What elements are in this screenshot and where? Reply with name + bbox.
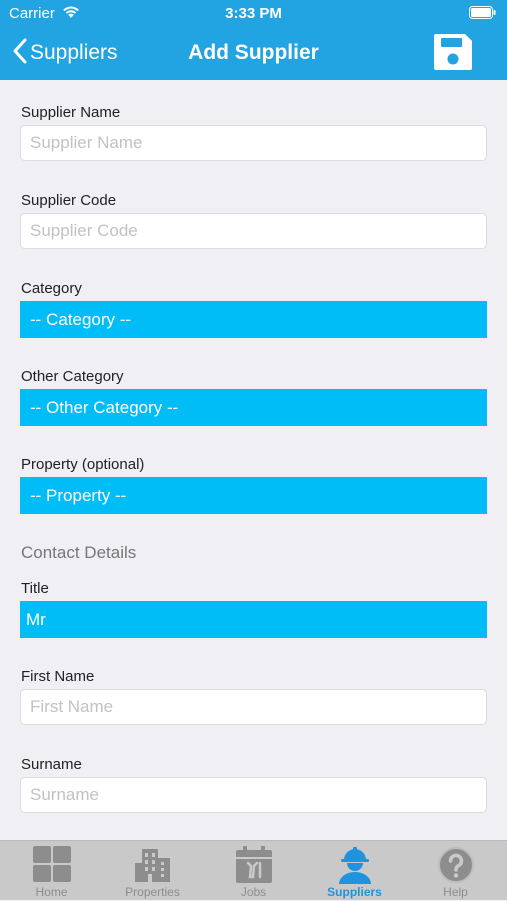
property-dropdown[interactable]: -- Property --	[20, 477, 487, 514]
title-label: Title	[21, 580, 49, 597]
tab-suppliers-label: Suppliers	[327, 885, 382, 899]
first-name-label: First Name	[21, 668, 95, 685]
save-button[interactable]	[433, 33, 473, 71]
tab-bar: Home Properties Jobs Suppliers Help	[0, 840, 507, 900]
category-label: Category	[21, 280, 82, 297]
surname-label: Surname	[21, 756, 82, 773]
battery-icon	[469, 6, 496, 23]
tab-properties-label: Properties	[125, 885, 180, 899]
first-name-field[interactable]	[20, 689, 487, 725]
contact-details-heading: Contact Details	[21, 543, 137, 562]
other-category-dropdown[interactable]: -- Other Category --	[20, 389, 487, 426]
category-dropdown[interactable]: -- Category --	[20, 301, 487, 338]
tab-suppliers[interactable]: Suppliers	[304, 841, 405, 901]
status-bar: Carrier 3:33 PM	[0, 0, 507, 28]
tab-jobs[interactable]: Jobs	[203, 841, 304, 901]
supplier-name-field[interactable]	[20, 125, 487, 161]
back-button[interactable]: Suppliers	[12, 38, 118, 68]
tab-home-label: Home	[35, 885, 68, 899]
property-label: Property (optional)	[21, 456, 145, 473]
navigation-bar: Suppliers Add Supplier	[0, 28, 507, 80]
chevron-left-icon	[12, 38, 28, 69]
tab-home[interactable]: Home	[1, 841, 102, 901]
supplier-name-label: Supplier Name	[21, 104, 121, 121]
supplier-code-label: Supplier Code	[21, 192, 117, 209]
grid-icon	[32, 846, 71, 882]
surname-field[interactable]	[20, 777, 487, 813]
floppy-disk-icon	[434, 34, 472, 70]
clock: 3:33 PM	[225, 5, 282, 22]
supplier-code-field[interactable]	[20, 213, 487, 249]
calendar-tools-icon	[235, 846, 272, 883]
title-dropdown[interactable]: Mr	[20, 601, 487, 638]
tab-help-label: Help	[443, 885, 468, 899]
building-icon	[134, 849, 170, 882]
worker-icon	[338, 847, 371, 884]
back-button-label: Suppliers	[30, 41, 118, 64]
tab-help[interactable]: Help	[405, 841, 506, 901]
help-icon	[437, 847, 474, 883]
other-category-label: Other Category	[21, 368, 124, 385]
tab-properties[interactable]: Properties	[102, 841, 203, 901]
form-content: Supplier Name Supplier Code Category -- …	[0, 80, 507, 840]
tab-jobs-label: Jobs	[240, 885, 267, 899]
